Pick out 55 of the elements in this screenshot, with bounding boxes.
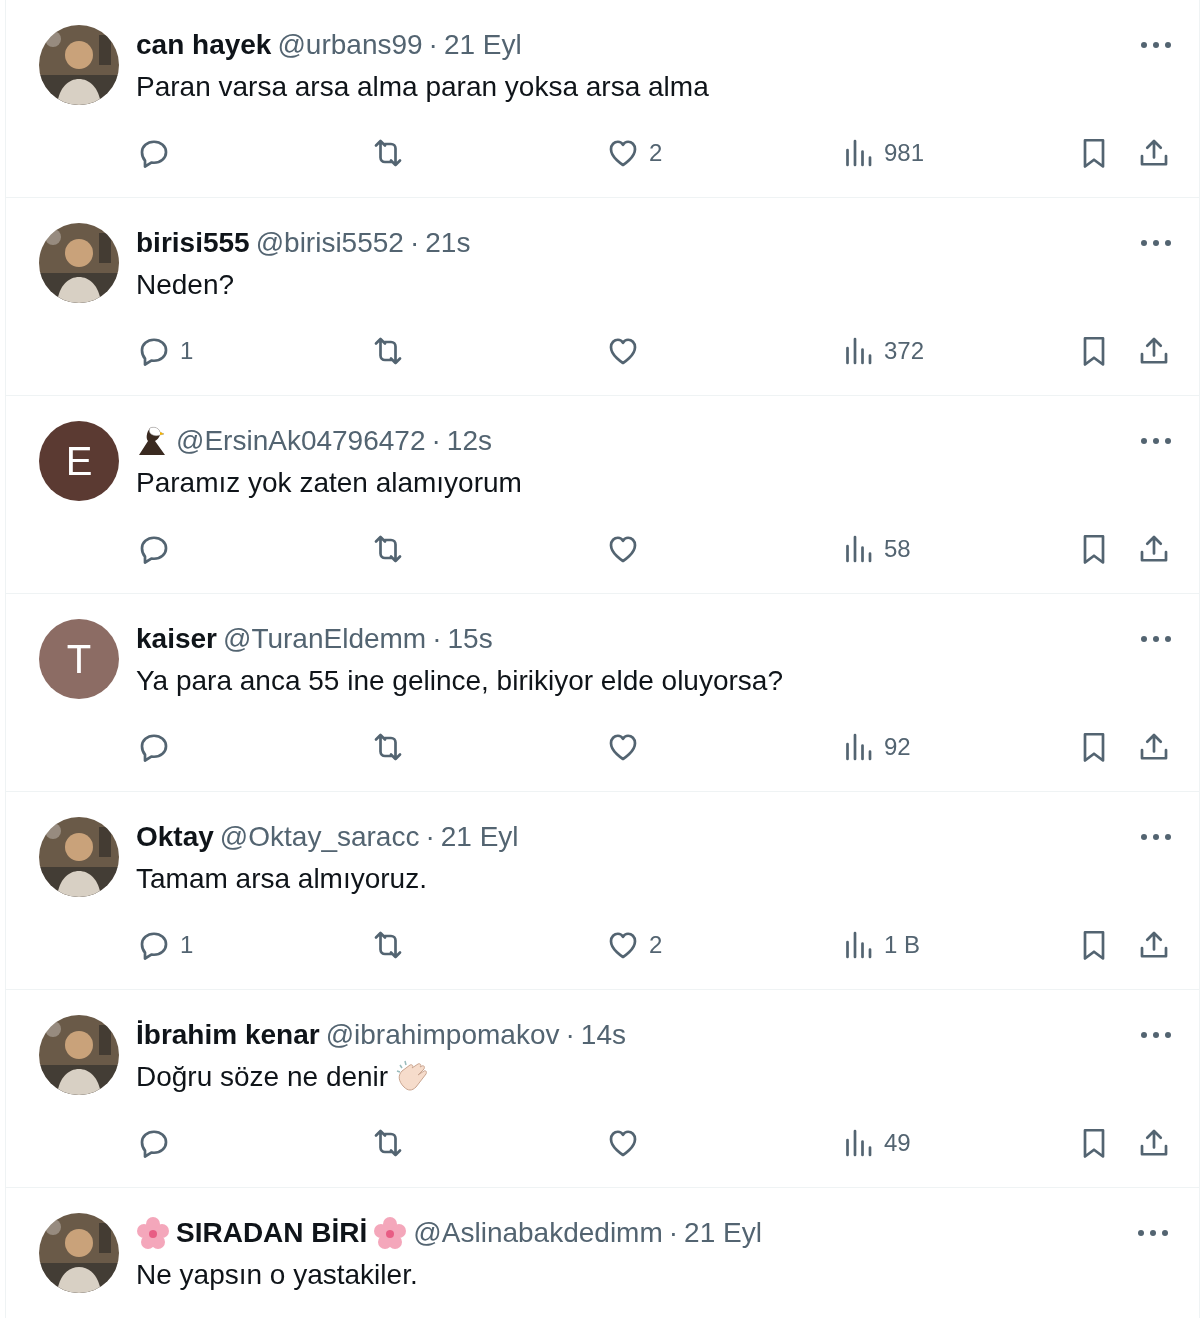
more-icon[interactable] (1140, 41, 1172, 49)
user-handle[interactable]: @ibrahimpomakov (325, 1021, 560, 1049)
timestamp[interactable]: 14s (580, 1021, 626, 1049)
timestamp[interactable]: 21 Eyl (443, 31, 522, 59)
more-icon[interactable] (1140, 635, 1172, 643)
separator-dot: · (565, 1021, 575, 1049)
timestamp[interactable]: 12s (446, 427, 492, 455)
user-name[interactable]: kaiser (136, 625, 217, 653)
views-button[interactable]: 372 (840, 333, 925, 369)
user-handle[interactable]: @Oktay_saracc (219, 823, 420, 851)
views-button[interactable]: 1 B (840, 927, 921, 963)
timestamp[interactable]: 21 Eyl (440, 823, 519, 851)
user-name[interactable]: can hayek (136, 31, 272, 59)
reply-text: Paran varsa arsa alma paran yoksa arsa alma (136, 70, 709, 104)
avatar[interactable]: E (39, 421, 119, 501)
user-handle[interactable]: @ErsinAk04796472 (176, 427, 426, 455)
separator-dot: · (668, 1219, 679, 1247)
more-icon[interactable] (1137, 1229, 1169, 1237)
reply-text: Ne yapsın o yastakiler. (136, 1258, 418, 1292)
more-icon[interactable] (1140, 239, 1172, 247)
user-name[interactable]: Oktay (136, 823, 214, 851)
like-button[interactable]: 2 (605, 927, 663, 963)
user-name[interactable]: SIRADAN BİRİ (176, 1219, 368, 1247)
timestamp[interactable]: 21 Eyl (684, 1219, 762, 1247)
user-handle[interactable]: @TuranEldemm (222, 625, 427, 653)
separator-dot: · (428, 31, 438, 59)
timestamp[interactable]: 15s (447, 625, 493, 653)
user-handle[interactable]: @Aslinabakdedimm (413, 1219, 663, 1247)
separator-dot: · (431, 427, 441, 455)
reply-text: Tamam arsa almıyoruz. (136, 862, 427, 896)
user-name[interactable]: İbrahim kenar (136, 1021, 320, 1049)
separator-dot: · (425, 823, 435, 851)
user-handle[interactable]: @birisi5552 (255, 229, 404, 257)
reply-text: Doğru söze ne denir (136, 1060, 389, 1094)
flower-icon (373, 1216, 408, 1250)
more-icon[interactable] (1140, 1031, 1172, 1039)
views-button[interactable]: 49 (840, 1125, 911, 1161)
flower-icon (136, 1216, 170, 1250)
reply-button[interactable]: 1 (136, 927, 194, 963)
reply-text: Ya para anca 55 ine gelince, birikiyor elde oluyorsa? (136, 664, 783, 698)
more-icon[interactable] (1140, 437, 1172, 445)
user-name[interactable]: birisi555 (136, 229, 250, 257)
separator-dot: · (409, 229, 420, 257)
views-button[interactable]: 58 (840, 531, 911, 567)
like-button[interactable]: 2 (605, 135, 663, 171)
more-icon[interactable] (1140, 833, 1172, 841)
user-handle[interactable]: @urbans99 (277, 31, 423, 59)
reply-text: Paramız yok zaten alamıyorum (136, 466, 522, 500)
views-button[interactable]: 981 (840, 135, 925, 171)
views-button[interactable]: 92 (840, 729, 911, 765)
separator-dot: · (432, 625, 442, 653)
reply-button[interactable]: 1 (136, 333, 194, 369)
reply-text: Neden? (136, 268, 235, 302)
avatar[interactable]: T (39, 619, 119, 699)
timestamp[interactable]: 21s (425, 229, 471, 257)
